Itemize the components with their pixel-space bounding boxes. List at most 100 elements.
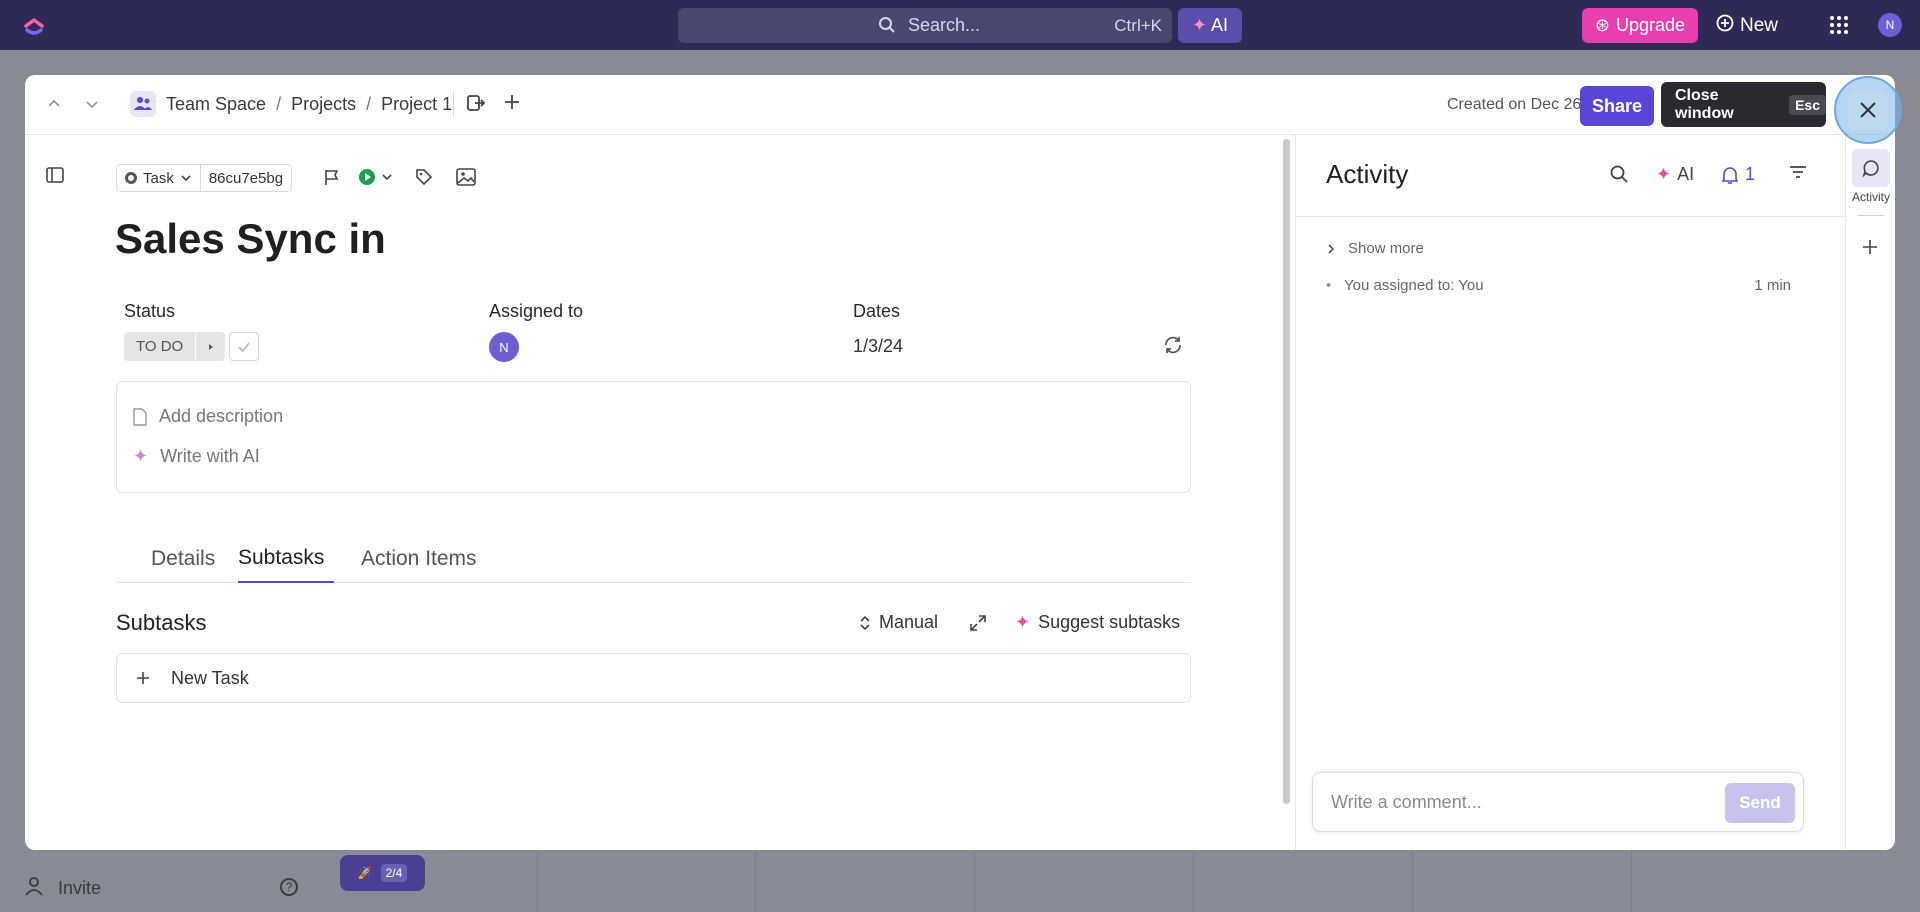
search-bar[interactable]: Search... Ctrl+K — [678, 8, 1172, 43]
comment-box[interactable]: Write a comment... Send — [1312, 772, 1804, 832]
ai-button[interactable]: ✦ AI — [1178, 8, 1242, 43]
plus-icon — [137, 672, 149, 684]
comment-input[interactable]: Write a comment... — [1331, 792, 1482, 813]
upgrade-label: Upgrade — [1616, 15, 1686, 35]
flag-icon[interactable] — [323, 168, 341, 191]
task-id[interactable]: 86cu7e5bg — [201, 170, 291, 187]
close-window-button[interactable] — [1834, 76, 1902, 144]
rocket-icon: 🚀 — [357, 866, 373, 880]
expand-icon[interactable] — [969, 614, 987, 637]
sidebar-toggle-icon[interactable] — [45, 165, 65, 190]
status-next-button[interactable] — [196, 332, 226, 361]
new-button[interactable]: New — [1716, 8, 1788, 43]
notifications-button[interactable]: 1 — [1721, 164, 1755, 185]
user-avatar[interactable]: N — [1878, 13, 1902, 37]
breadcrumb-space[interactable]: Team Space — [166, 94, 266, 115]
task-title[interactable]: Sales Sync in — [115, 215, 386, 263]
checkmark-icon — [238, 341, 250, 352]
plus-circle-icon — [1716, 14, 1734, 38]
sort-manual-button[interactable]: Manual — [859, 612, 938, 633]
play-timer-icon[interactable] — [359, 168, 395, 191]
chevron-right-icon — [1328, 243, 1335, 254]
show-more-toggle[interactable]: Show more — [1326, 240, 1424, 257]
description-box: Add description ✦ Write with AI — [116, 381, 1191, 493]
write-with-ai-row[interactable]: ✦ Write with AI — [133, 446, 260, 467]
new-task-row[interactable]: New Task — [116, 653, 1191, 703]
upgrade-button[interactable]: ⊛ Upgrade — [1582, 8, 1698, 43]
share-button[interactable]: Share — [1580, 86, 1654, 126]
activity-ai-label: AI — [1677, 164, 1695, 184]
move-task-icon[interactable] — [466, 93, 486, 118]
person-icon — [24, 876, 44, 901]
assignee-avatar[interactable]: N — [489, 332, 519, 362]
progress-badge: 2/4 — [380, 864, 408, 882]
chevron-up-icon[interactable] — [45, 95, 63, 113]
modal-header: Team Space / Projects / Project 1 Create… — [25, 75, 1895, 135]
filter-icon[interactable] — [1788, 164, 1808, 180]
activity-header: Activity ✦ AI 1 — [1296, 135, 1846, 217]
top-bar: Search... Ctrl+K ✦ AI ⊛ Upgrade New N — [0, 0, 1920, 50]
activity-log-text: You assigned to: You — [1344, 277, 1484, 294]
rail-activity-button[interactable] — [1852, 149, 1890, 187]
show-more-label: Show more — [1348, 240, 1424, 257]
tooltip-shortcut: Esc — [1789, 94, 1826, 115]
breadcrumb-folder[interactable]: Projects — [291, 94, 356, 115]
close-icon — [1860, 102, 1876, 118]
close-button-inner[interactable] — [1848, 90, 1888, 130]
chevron-down-icon[interactable] — [83, 95, 101, 113]
task-type-dot-icon — [125, 172, 137, 184]
help-icon[interactable]: ? — [280, 878, 298, 896]
suggest-subtasks-button[interactable]: ✦ Suggest subtasks — [1015, 612, 1180, 633]
add-description-label: Add description — [159, 406, 284, 426]
ai-button-label: AI — [1211, 15, 1229, 35]
complete-checkbox[interactable] — [229, 332, 259, 361]
scrollbar[interactable] — [1283, 139, 1290, 804]
task-tabs: Details Subtasks Action Items — [116, 535, 1191, 583]
header-divider — [453, 91, 454, 117]
send-button[interactable]: Send — [1725, 783, 1795, 823]
status-selector[interactable]: TO DO — [124, 332, 226, 361]
task-modal: Team Space / Projects / Project 1 Create… — [25, 75, 1895, 850]
tag-icon[interactable] — [415, 168, 433, 191]
plus-icon[interactable] — [1860, 237, 1880, 262]
close-window-tooltip: Close window Esc — [1661, 82, 1826, 127]
clickup-logo-icon[interactable] — [22, 13, 46, 37]
status-value[interactable]: TO DO — [124, 332, 197, 361]
image-icon[interactable] — [456, 168, 476, 191]
new-label: New — [1740, 14, 1779, 36]
invite-button[interactable]: Invite — [24, 876, 101, 901]
status-label: Status — [124, 301, 176, 321]
background-divider — [755, 850, 756, 912]
bell-icon — [1721, 166, 1739, 184]
add-description-row[interactable]: Add description — [133, 406, 283, 427]
task-type-label: Task — [143, 169, 174, 187]
sparkle-icon: ✦ — [1015, 612, 1031, 632]
tab-subtasks[interactable]: Subtasks — [238, 535, 335, 583]
task-type-dropdown[interactable]: Task — [117, 165, 201, 191]
background-divider — [1631, 850, 1632, 912]
dates-label: Dates — [853, 301, 901, 321]
team-space-icon — [130, 91, 156, 117]
activity-log-item: • You assigned to: You 1 min — [1326, 277, 1791, 294]
dates-value[interactable]: 1/3/24 — [853, 336, 903, 357]
activity-title: Activity — [1326, 159, 1409, 189]
sort-icon — [860, 615, 870, 630]
search-icon[interactable] — [1609, 164, 1629, 184]
onboarding-progress-button[interactable]: 🚀 2/4 — [340, 855, 425, 891]
task-type-selector[interactable]: Task 86cu7e5bg — [116, 164, 293, 192]
document-icon — [133, 407, 147, 426]
tab-details[interactable]: Details — [151, 535, 215, 583]
caret-right-icon — [208, 343, 213, 350]
tooltip-text: Close window — [1675, 86, 1734, 122]
search-shortcut: Ctrl+K — [1114, 16, 1162, 35]
activity-log-time: 1 min — [1754, 277, 1791, 294]
plus-icon[interactable] — [502, 92, 522, 117]
invite-label: Invite — [58, 878, 102, 898]
background-divider — [1193, 850, 1194, 912]
activity-ai-button[interactable]: ✦ AI — [1656, 164, 1694, 185]
recurring-icon[interactable] — [1162, 335, 1184, 360]
apps-grid-icon[interactable] — [1828, 14, 1850, 36]
tab-action-items[interactable]: Action Items — [361, 535, 477, 583]
write-with-ai-label: Write with AI — [160, 446, 260, 466]
breadcrumb-list[interactable]: Project 1 — [381, 94, 452, 115]
